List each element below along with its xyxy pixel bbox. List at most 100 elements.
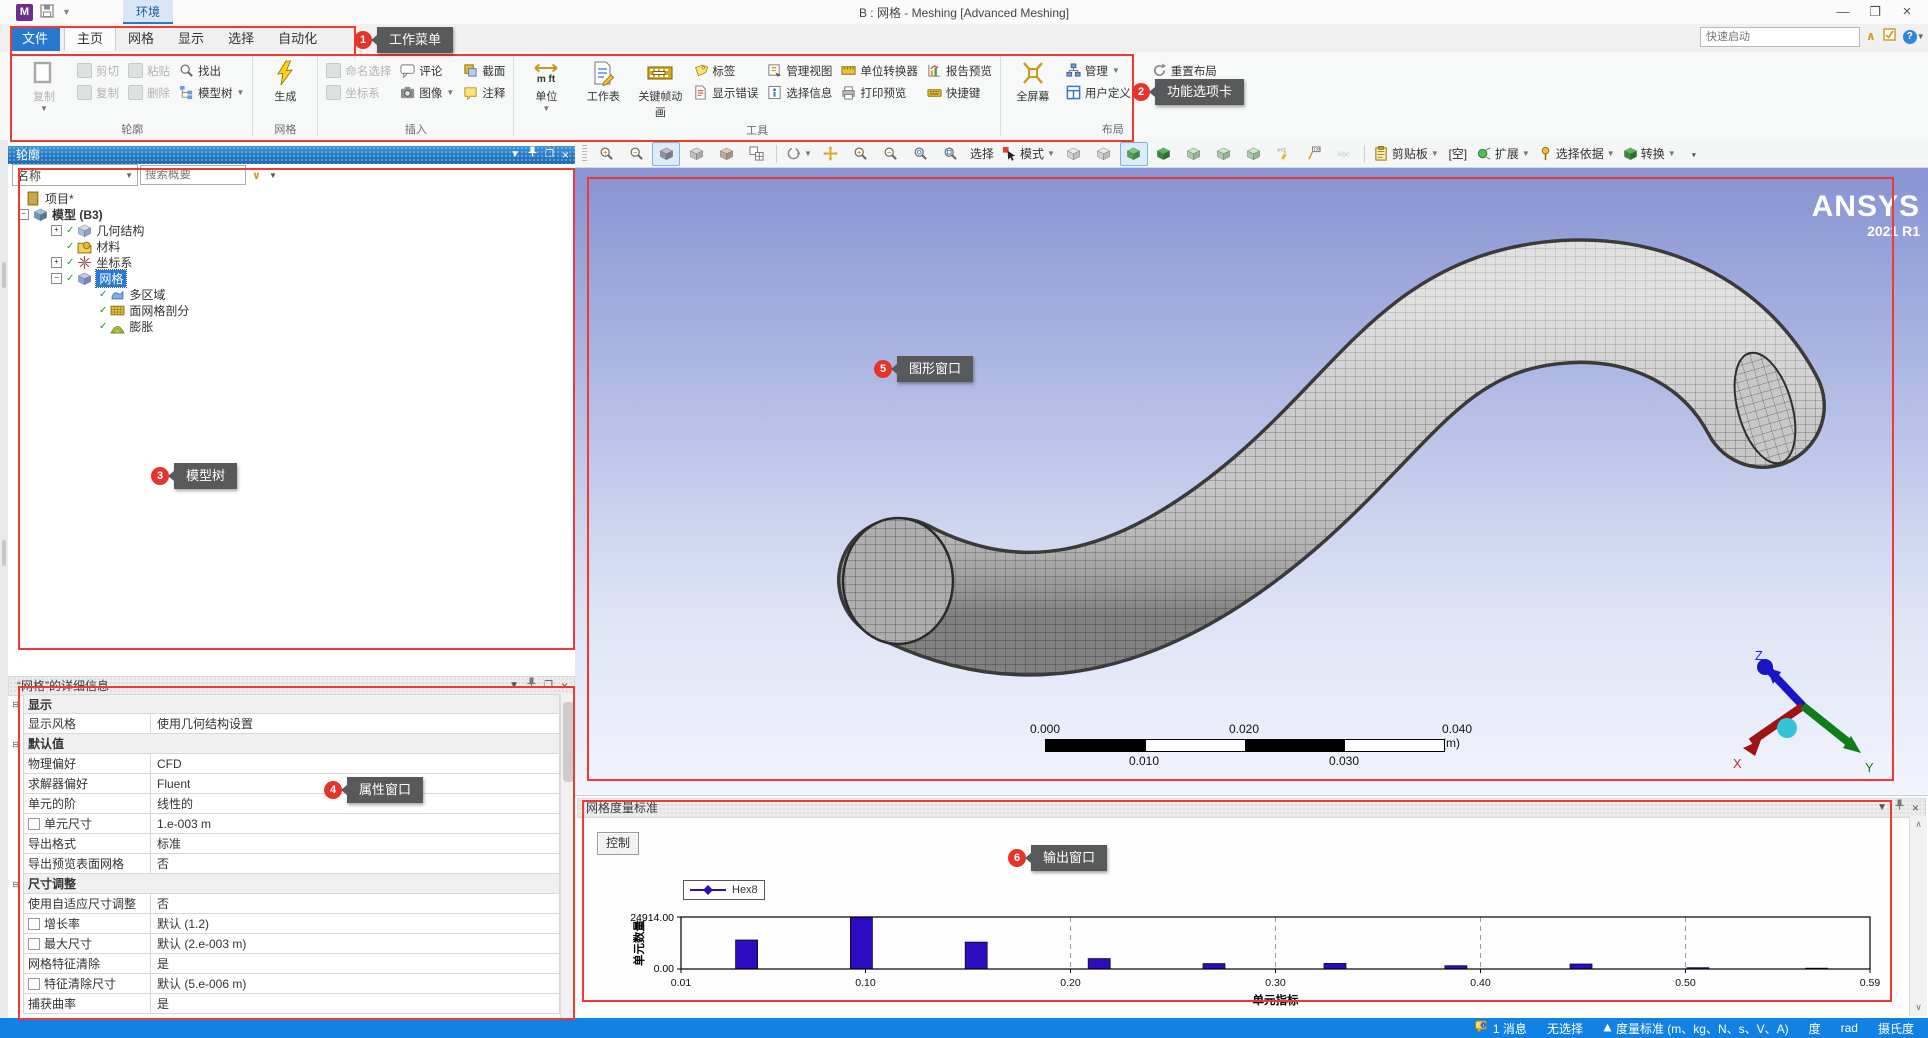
graphics-viewport[interactable]: ANSYS 2021 R1 0.000 0.020 0.040 (m) 0.01… — [575, 168, 1928, 795]
checkbox[interactable] — [28, 818, 40, 830]
box-zoom-in-icon[interactable]: + — [592, 142, 620, 166]
filter-options-caret-icon[interactable]: ▼ — [269, 171, 277, 180]
status-item-度量标准 (m、kg、N、s、V、A)[interactable]: 度量标准 (m、kg、N、s、V、A) — [1603, 1020, 1789, 1037]
close-panel-icon[interactable]: × — [1912, 799, 1919, 817]
tree-item-label[interactable]: 坐标系 — [96, 254, 132, 271]
collapse-icon[interactable]: − — [51, 273, 62, 284]
toolbar-button-模式[interactable]: 模式▼ — [999, 142, 1058, 166]
pin-icon[interactable] — [527, 677, 536, 695]
ribbon-button-剪切[interactable]: 剪切 — [75, 61, 121, 80]
histogram-bar[interactable] — [1088, 959, 1110, 969]
histogram-bar[interactable] — [736, 940, 758, 969]
status-item-无选择[interactable]: 无选择 — [1547, 1020, 1583, 1037]
details-row-捕获曲率[interactable]: 捕获曲率是 — [8, 994, 560, 1014]
virtual-body-cube-icon[interactable] — [712, 142, 740, 166]
checkbox[interactable] — [28, 938, 40, 950]
details-row-物理偏好[interactable]: 物理偏好CFD — [8, 754, 560, 774]
metrics-scrollbar[interactable]: ∧ ∨ — [1909, 816, 1927, 1016]
splitter-grip[interactable] — [2, 262, 6, 288]
property-value[interactable]: 1.e-003 m — [151, 814, 560, 834]
panel-menu-icon[interactable]: ▼ — [509, 677, 519, 695]
splitter-grip[interactable] — [2, 540, 6, 566]
dropdown-caret-icon[interactable]: ▼ — [1431, 149, 1439, 158]
scroll-down-icon[interactable]: ∨ — [1910, 1002, 1927, 1013]
panel-menu-icon[interactable]: ▼ — [510, 146, 520, 164]
dropdown-caret-icon[interactable]: ▼ — [1522, 149, 1530, 158]
ribbon-button-关键帧动画[interactable]: 关键帧动画 — [634, 55, 686, 120]
restore-button[interactable]: ❐ — [1860, 2, 1890, 21]
tree-item-label[interactable]: 面网格剖分 — [129, 302, 189, 319]
histogram-bar[interactable] — [1203, 964, 1225, 969]
dropdown-caret-icon[interactable]: ▼ — [804, 149, 812, 158]
tree-item-多区域[interactable]: ✓多区域 — [8, 286, 568, 302]
help-icon[interactable]: ?▼ — [1903, 28, 1925, 44]
property-value[interactable]: 默认 (5.e-006 m) — [151, 974, 560, 994]
toolbar-button-选择依据[interactable]: 选择依据▼ — [1535, 142, 1618, 166]
ribbon-button-报告预览[interactable]: 报告预览 — [925, 61, 994, 80]
label-abc-icon[interactable]: Abc — [1330, 142, 1358, 166]
dropdown-caret-icon[interactable]: ▼ — [1668, 149, 1676, 158]
ribbon-button-重置布局[interactable]: 重置布局 — [1150, 61, 1219, 80]
menu-tab-主页[interactable]: 主页 — [64, 26, 116, 51]
viewports-icon[interactable] — [742, 142, 770, 166]
ribbon-button-图像[interactable]: 图像▼ — [398, 83, 456, 102]
pin-icon[interactable] — [1895, 799, 1904, 817]
close-panel-icon[interactable]: × — [561, 677, 568, 695]
ribbon-button-单位转换器[interactable]: 单位转换器 — [839, 61, 920, 80]
dropdown-caret-icon[interactable]: ▼ — [446, 88, 454, 97]
details-row-使用自适应尺寸调整[interactable]: 使用自适应尺寸调整否 — [8, 894, 560, 914]
property-value[interactable]: 否 — [151, 894, 560, 914]
collapse-icon[interactable]: − — [18, 209, 29, 220]
panel-menu-icon[interactable]: ▼ — [1877, 799, 1887, 817]
tree-item-label[interactable]: 膨胀 — [129, 318, 153, 335]
tree-item-膨胀[interactable]: ✓膨胀 — [8, 318, 568, 334]
menu-tab-网格[interactable]: 网格 — [116, 26, 166, 51]
details-row-导出格式[interactable]: 导出格式标准 — [8, 834, 560, 854]
dropdown-caret-icon[interactable]: ▼ — [1047, 149, 1055, 158]
minimize-button[interactable]: — — [1828, 2, 1858, 21]
property-value[interactable]: 是 — [151, 994, 560, 1014]
shaded-cube-icon[interactable] — [652, 142, 680, 166]
details-row-单元尺寸[interactable]: 单元尺寸1.e-003 m — [8, 814, 560, 834]
filter-element-faces-icon[interactable] — [1210, 142, 1238, 166]
ribbon-button-单位[interactable]: m ft单位▼ — [520, 55, 572, 113]
zoom-box-icon[interactable] — [937, 142, 965, 166]
feedback-icon[interactable] — [1883, 28, 1896, 44]
details-row-导出预览表面网格[interactable]: 导出预览表面网格否 — [8, 854, 560, 874]
property-value[interactable]: 标准 — [151, 834, 560, 854]
wireframe-cube-icon[interactable] — [682, 142, 710, 166]
toolbar-button-转换[interactable]: 转换▼ — [1620, 142, 1679, 166]
ribbon-button-删除[interactable]: 删除 — [126, 83, 172, 102]
xyz-triad-icon[interactable]: XYZ — [1270, 142, 1298, 166]
property-value[interactable]: 默认 (1.2) — [151, 914, 560, 934]
histogram-bar[interactable] — [1570, 964, 1592, 969]
dropdown-caret-icon[interactable]: ▼ — [237, 88, 245, 97]
status-item-1 消息[interactable]: i1 消息 — [1475, 1020, 1527, 1037]
dropdown-caret-icon[interactable]: ▼ — [18, 104, 70, 113]
ribbon-button-截面[interactable]: 截面 — [461, 61, 507, 80]
menu-tab-选择[interactable]: 选择 — [216, 26, 266, 51]
expand-icon[interactable]: + — [51, 225, 62, 236]
collapse-icon[interactable]: ⊟ — [8, 874, 23, 894]
outline-panel-header[interactable]: 轮廓 ▼ ❐ × — [8, 146, 575, 164]
tree-item-label[interactable]: 网格 — [96, 270, 126, 287]
checkbox[interactable] — [28, 918, 40, 930]
details-row-单元的阶[interactable]: 单元的阶线性的 — [8, 794, 560, 814]
property-value[interactable]: CFD — [151, 754, 560, 774]
property-value[interactable]: 是 — [151, 954, 560, 974]
toolbar-button-扩展[interactable]: 扩展▼ — [1474, 142, 1533, 166]
details-section-显示[interactable]: ⊟显示 — [8, 694, 560, 714]
menu-tab-文件[interactable]: 文件 — [10, 26, 60, 51]
filter-faces-icon[interactable] — [1120, 142, 1148, 166]
ribbon-button-评论[interactable]: 评论 — [398, 61, 456, 80]
ribbon-button-复制[interactable]: 复制▼ — [18, 55, 70, 113]
tree-item-label[interactable]: 多区域 — [129, 286, 165, 303]
details-scrollbar[interactable] — [560, 694, 576, 1018]
property-value[interactable]: 默认 (2.e-003 m) — [151, 934, 560, 954]
ribbon-button-生成[interactable]: 生成 — [259, 55, 311, 104]
tree-item-坐标系[interactable]: +✓坐标系 — [8, 254, 568, 270]
box-zoom-out-icon[interactable]: − — [622, 142, 650, 166]
ribbon-button-模型树[interactable]: 模型树▼ — [177, 83, 246, 102]
zoom-in-icon[interactable]: + — [847, 142, 875, 166]
tree-item-网格[interactable]: −✓网格 — [8, 270, 568, 286]
